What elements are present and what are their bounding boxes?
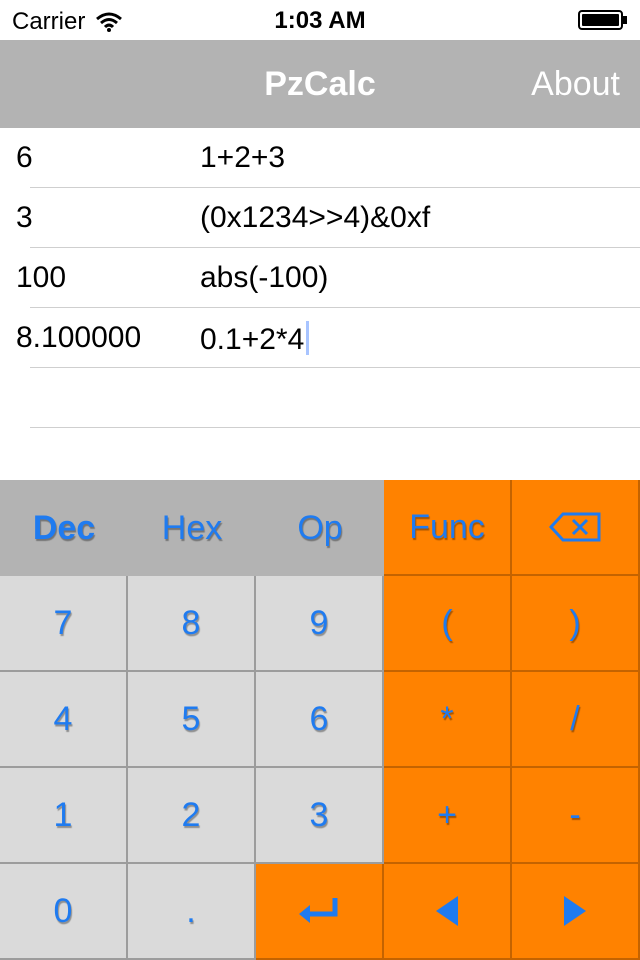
key-3[interactable]: 3 <box>256 768 384 864</box>
key-2[interactable]: 2 <box>128 768 256 864</box>
current-result: 8.100000 <box>16 321 142 354</box>
history-result: 100 <box>16 261 67 294</box>
key-8[interactable]: 8 <box>128 576 256 672</box>
enter-button[interactable] <box>256 864 384 960</box>
history-list: 6 1+2+3 3 (0x1234>>4)&0xf 100 abs(-100) … <box>0 128 640 480</box>
navigation-bar: PzCalc About <box>0 40 640 128</box>
cursor-left-button[interactable] <box>384 864 512 960</box>
expression-input[interactable]: 0.1+2*4 <box>200 321 310 357</box>
history-expression: (0x1234>>4)&0xf <box>200 201 431 234</box>
row-divider <box>30 427 640 428</box>
tab-hex[interactable]: Hex <box>128 480 256 576</box>
key-multiply[interactable]: * <box>384 672 512 768</box>
key-plus[interactable]: + <box>384 768 512 864</box>
enter-icon <box>299 898 338 923</box>
key-0[interactable]: 0 <box>0 864 128 960</box>
backspace-button[interactable] <box>512 480 640 576</box>
tab-dec[interactable]: Dec <box>0 480 128 576</box>
arrow-left-icon <box>436 896 458 926</box>
expression-text: 0.1+2*4 <box>200 323 305 356</box>
history-expression: 1+2+3 <box>200 141 286 174</box>
text-cursor <box>306 321 310 355</box>
key-right-paren[interactable]: ) <box>512 576 640 672</box>
history-row[interactable]: 3 (0x1234>>4)&0xf <box>0 188 640 248</box>
about-button[interactable]: About <box>531 65 620 104</box>
key-left-paren[interactable]: ( <box>384 576 512 672</box>
tab-op[interactable]: Op <box>256 480 384 576</box>
key-4[interactable]: 4 <box>0 672 128 768</box>
key-1[interactable]: 1 <box>0 768 128 864</box>
battery-icon <box>578 10 627 30</box>
key-6[interactable]: 6 <box>256 672 384 768</box>
key-5[interactable]: 5 <box>128 672 256 768</box>
tab-func[interactable]: Func <box>384 480 512 576</box>
current-input-row[interactable]: 8.100000 0.1+2*4 <box>0 308 640 368</box>
history-row[interactable]: 6 1+2+3 <box>0 128 640 188</box>
history-row[interactable]: 100 abs(-100) <box>0 248 640 308</box>
history-result: 6 <box>16 141 33 174</box>
history-result: 3 <box>16 201 33 234</box>
backspace-icon <box>549 512 601 542</box>
key-7[interactable]: 7 <box>0 576 128 672</box>
key-minus[interactable]: - <box>512 768 640 864</box>
empty-row <box>0 368 640 428</box>
key-decimal-point[interactable]: . <box>128 864 256 960</box>
key-divide[interactable]: / <box>512 672 640 768</box>
arrow-right-icon <box>564 896 586 926</box>
cursor-right-button[interactable] <box>512 864 640 960</box>
status-bar: Carrier 1:03 AM <box>0 0 640 40</box>
calculator-keyboard: Dec Hex Op Func 7 8 9 ( ) 4 5 6 * / 1 2 … <box>0 480 640 960</box>
clock: 1:03 AM <box>274 7 366 34</box>
key-9[interactable]: 9 <box>256 576 384 672</box>
history-expression: abs(-100) <box>200 261 329 294</box>
